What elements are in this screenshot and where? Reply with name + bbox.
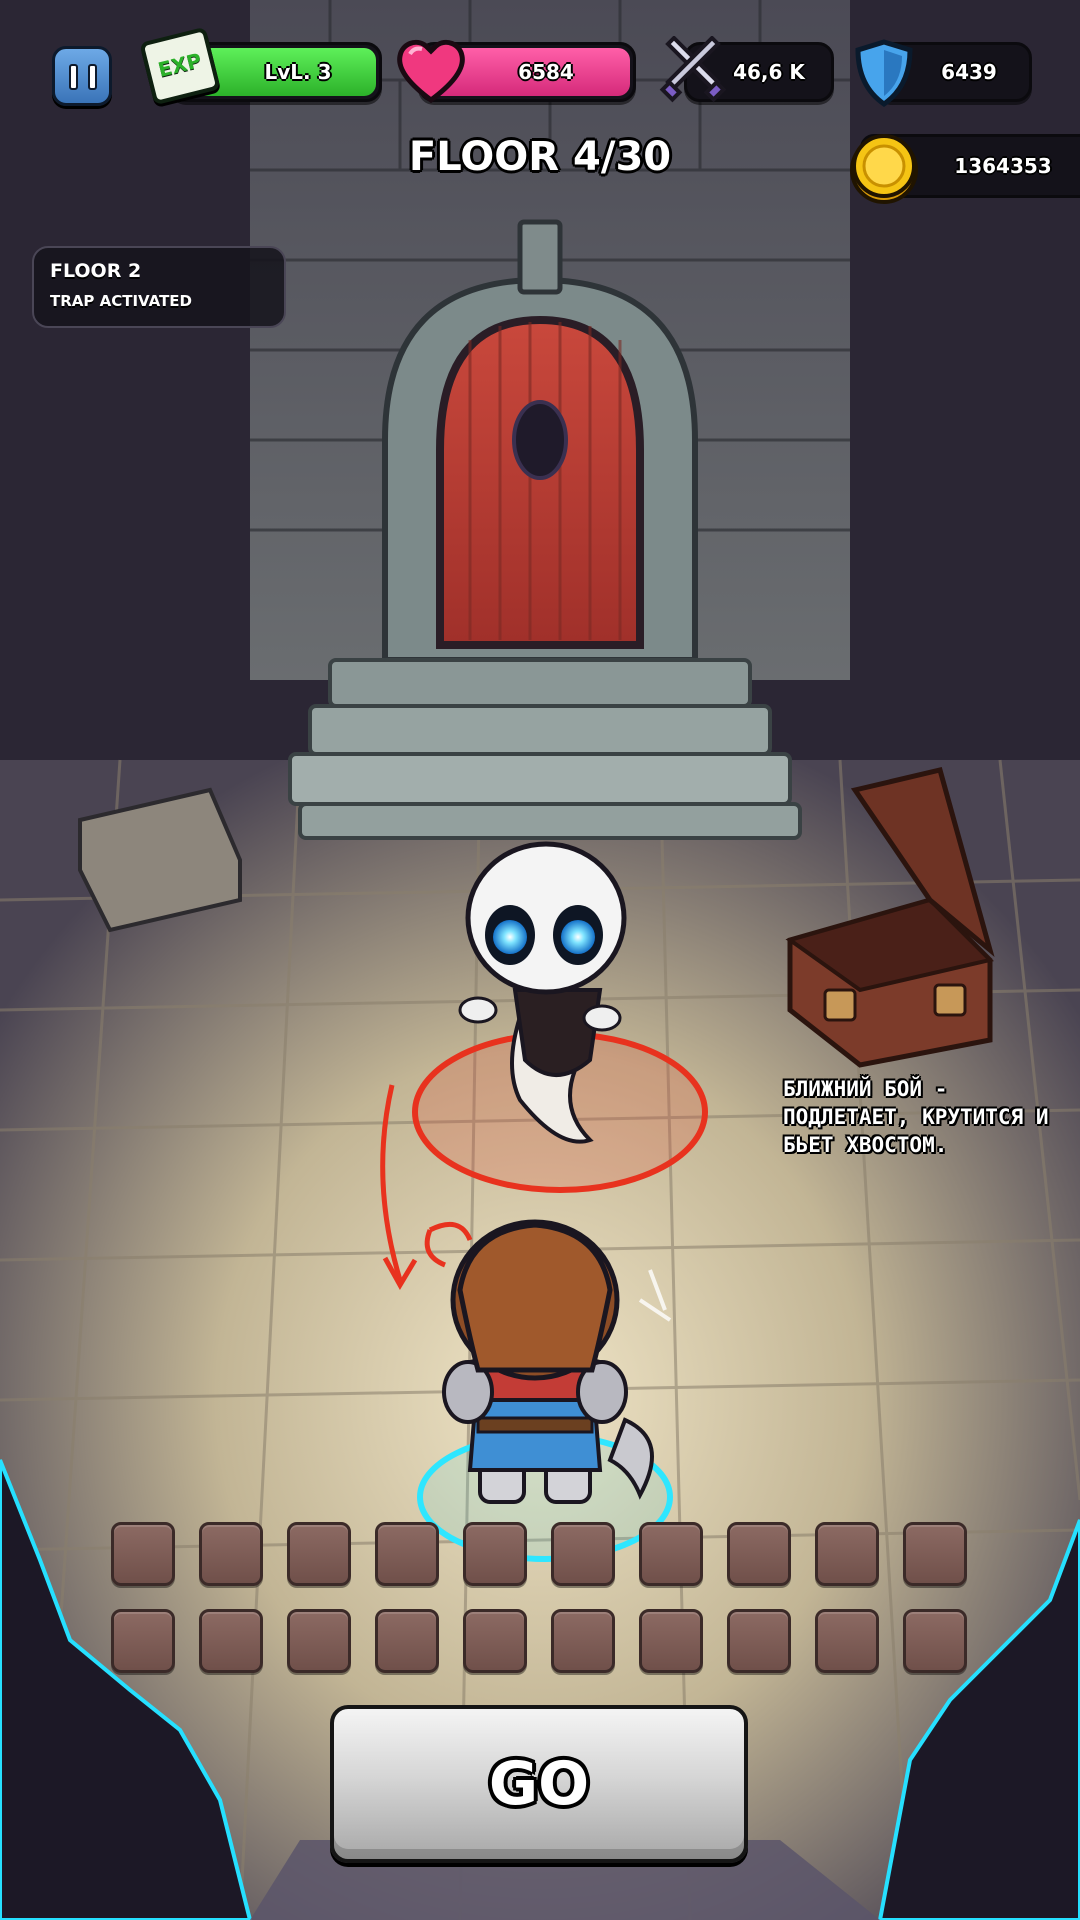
pause-icon — [69, 64, 78, 90]
inventory-slot[interactable] — [727, 1522, 791, 1586]
event-title: FLOOR 2 — [50, 260, 142, 282]
inventory-slot[interactable] — [903, 1609, 967, 1673]
health-value: 6584 — [518, 60, 574, 84]
inventory-slot[interactable] — [463, 1609, 527, 1673]
inventory-slot[interactable] — [375, 1609, 439, 1673]
stone-steps — [288, 658, 802, 840]
inventory-slot[interactable] — [903, 1522, 967, 1586]
inventory-slot[interactable] — [639, 1522, 703, 1586]
inventory-slot[interactable] — [287, 1522, 351, 1586]
inventory-slot[interactable] — [639, 1609, 703, 1673]
heart-icon — [397, 39, 465, 104]
coin-value: 1364353 — [954, 154, 1052, 178]
go-label: GO — [488, 1749, 590, 1819]
enemy-description: Ближний бой - подлетает, крутится и бьет… — [783, 1077, 1049, 1157]
inventory-slot[interactable] — [815, 1522, 879, 1586]
inventory-slot[interactable] — [199, 1522, 263, 1586]
inventory-slot[interactable] — [551, 1522, 615, 1586]
inventory-slot[interactable] — [111, 1522, 175, 1586]
pause-icon-bar — [88, 64, 97, 90]
inventory-slot[interactable] — [727, 1609, 791, 1673]
exp-badge-text: EXP — [155, 48, 204, 82]
event-subtitle: TRAP ACTIVATED — [50, 292, 193, 310]
gold-coin-icon — [850, 134, 918, 204]
level-label: LvL. 3 — [264, 60, 332, 84]
inventory-slot[interactable] — [111, 1609, 175, 1673]
event-log: FLOOR 2 TRAP ACTIVATED — [32, 246, 286, 328]
floor-title: FLOOR 4/30 — [408, 134, 672, 180]
inventory-slot[interactable] — [815, 1609, 879, 1673]
door-keyhole — [512, 400, 568, 480]
inventory-slot[interactable] — [463, 1522, 527, 1586]
crossed-swords-icon — [659, 36, 727, 103]
inventory-slot[interactable] — [199, 1609, 263, 1673]
inventory-slot[interactable] — [287, 1609, 351, 1673]
defense-value: 6439 — [941, 60, 997, 84]
inventory-slot[interactable] — [375, 1522, 439, 1586]
pause-button[interactable] — [52, 46, 112, 106]
shield-icon — [855, 39, 913, 108]
go-button[interactable]: GO — [330, 1705, 748, 1863]
inventory-slot[interactable] — [551, 1609, 615, 1673]
